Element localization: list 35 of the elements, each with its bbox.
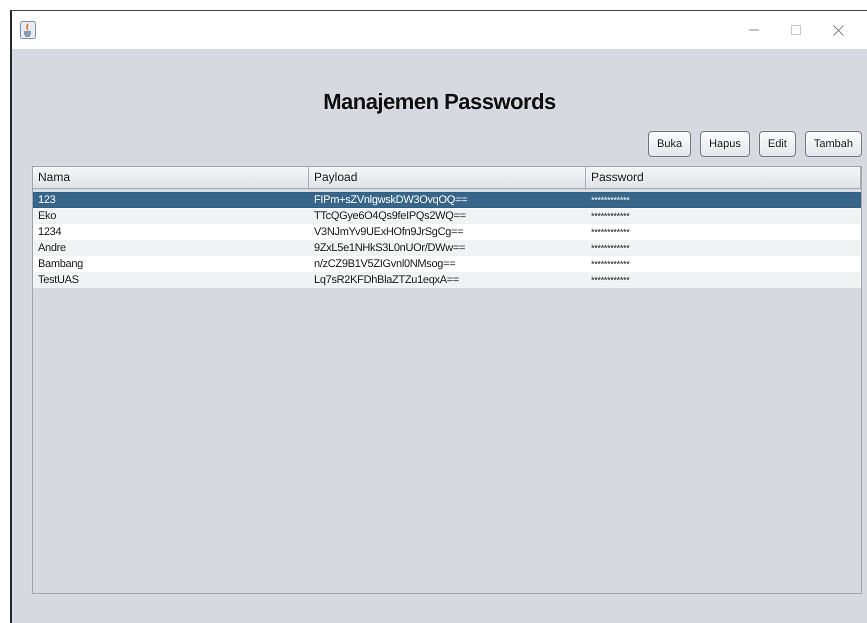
column-header[interactable]: Password bbox=[586, 167, 861, 189]
column-header[interactable]: Nama bbox=[33, 167, 309, 189]
table-cell-text: TestUAS bbox=[37, 273, 80, 288]
table-cell-text: n/zCZ9B1V5ZIGvnl0NMsog== bbox=[313, 257, 456, 272]
table-cell-text: Lq7sR2KFDhBlaZTZu1eqxA== bbox=[313, 273, 460, 288]
table-cell-text: Bambang bbox=[37, 257, 84, 272]
table-cell-text: 123 bbox=[37, 193, 56, 208]
table-cell-text: ************ bbox=[590, 274, 630, 287]
table-cell-text: V3NJmYv9UExHOfn9JrSgCg== bbox=[313, 225, 464, 240]
close-icon[interactable] bbox=[832, 24, 844, 36]
minimize-icon[interactable] bbox=[749, 29, 759, 31]
table-cell-text: ************ bbox=[590, 210, 630, 223]
table-cell-text: ************ bbox=[590, 194, 630, 207]
table-cell-text: 9ZxL5e1NHkS3L0nUOr/DWw== bbox=[313, 241, 466, 256]
table-row[interactable]: 1234 V3NJmYv9UExHOfn9JrSgCg== ************ bbox=[33, 224, 861, 240]
table-cell-text: ************ bbox=[590, 226, 630, 239]
java-app-icon bbox=[20, 21, 36, 39]
table-cell-text: FIPm+sZVnlgwskDW3OvqOQ== bbox=[313, 193, 468, 208]
table-cell-text: TTcQGye6O4Qs9feIPQs2WQ== bbox=[313, 209, 467, 224]
table-row[interactable]: 123 FIPm+sZVnlgwskDW3OvqOQ== ************ bbox=[33, 192, 861, 208]
table-cell-text: 1234 bbox=[37, 225, 62, 240]
window-title: Manajemen Passwords bbox=[322, 89, 557, 116]
table-cell-text: ************ bbox=[590, 258, 630, 271]
table-row[interactable]: TestUAS Lq7sR2KFDhBlaZTZu1eqxA== ************ bbox=[33, 272, 861, 288]
table-row[interactable]: Andre 9ZxL5e1NHkS3L0nUOr/DWw== ************ bbox=[33, 240, 861, 256]
table-row[interactable]: Bambang n/zCZ9B1V5ZIGvnl0NMsog== ************ bbox=[33, 256, 861, 272]
action-button[interactable]: Edit bbox=[758, 131, 796, 157]
column-header[interactable]: Payload bbox=[309, 167, 586, 189]
action-button[interactable]: Hapus bbox=[700, 131, 750, 157]
table-cell-text: Andre bbox=[37, 241, 67, 256]
table-cell-text: ************ bbox=[590, 242, 630, 255]
action-button[interactable]: Buka bbox=[648, 131, 692, 157]
action-button[interactable]: Tambah bbox=[804, 131, 862, 157]
table-cell-text: Eko bbox=[37, 209, 58, 224]
table-row[interactable]: Eko TTcQGye6O4Qs9feIPQs2WQ== ************ bbox=[33, 208, 861, 224]
